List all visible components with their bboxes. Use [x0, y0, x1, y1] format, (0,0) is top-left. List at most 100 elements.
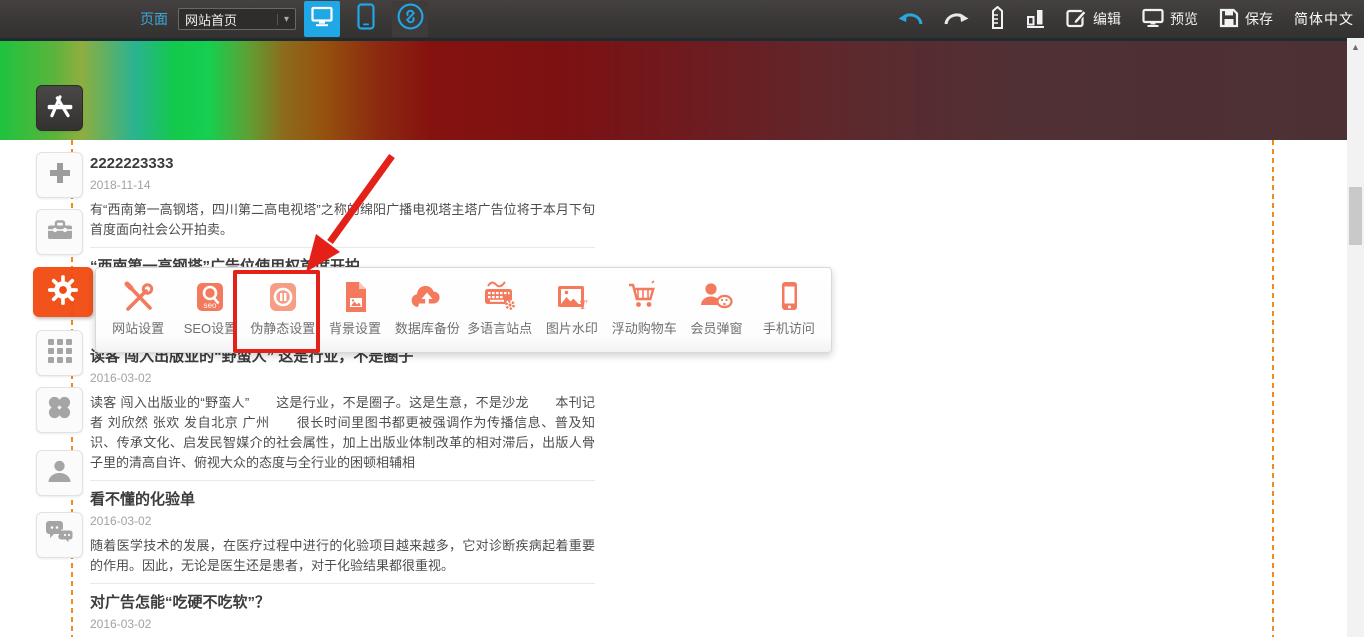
sidebar-item-chat[interactable] [36, 512, 83, 558]
svg-text:T: T [579, 297, 588, 312]
news-date: 2018-11-14 [90, 177, 595, 193]
news-item: 对广告怎能“吃硬不吃软”？ 2016-03-02 美国有个著名的广告人说过，广告… [90, 593, 595, 637]
news-title: 对广告怎能“吃硬不吃软”？ [90, 593, 595, 613]
preview-label: 预览 [1170, 9, 1198, 29]
popup-item-multilanguage[interactable]: 多语言站点 [463, 268, 535, 352]
settings-popup-menu: 网站设置 seo SEO设置 伪静态设置 [95, 267, 832, 353]
save-button[interactable]: 保存 [1219, 8, 1273, 31]
news-item: 看不懂的化验单 2016-03-02 随着医学技术的发展，在医疗过程中进行的化验… [90, 490, 595, 584]
popup-item-watermark[interactable]: T 图片水印 [536, 268, 608, 352]
save-floppy-icon [1219, 8, 1239, 31]
redo-arrow-icon [944, 9, 969, 29]
popup-item-seo-settings[interactable]: seo SEO设置 [174, 268, 246, 352]
popup-item-label: SEO设置 [184, 318, 237, 337]
share-link-icon [396, 2, 425, 36]
desktop-monitor-icon [311, 6, 333, 32]
shopping-cart-icon [624, 277, 664, 317]
popup-item-label: 网站设置 [112, 318, 164, 337]
grid-modules-icon [47, 338, 73, 369]
layout-guide-line-right [1272, 140, 1274, 637]
toolbox-icon [46, 217, 74, 248]
news-summary: 随着医学技术的发展，在医疗过程中进行的化验项目越来越多，它对诊断疾病起着重要的作… [90, 536, 595, 576]
popup-item-label: 多语言站点 [467, 318, 532, 337]
news-item: 2222223333 2018-11-14 有“西南第一高钢塔，四川第二高电视塔… [90, 154, 595, 248]
chat-bubbles-icon [44, 520, 75, 550]
sidebar-item-widgets[interactable] [36, 387, 83, 433]
page-label: 页面 [140, 9, 168, 29]
preview-monitor-icon [1142, 8, 1164, 31]
svg-text:seo: seo [204, 301, 217, 310]
ruler-button[interactable] [990, 6, 1005, 32]
save-label: 保存 [1245, 9, 1273, 29]
image-watermark-icon: T [552, 277, 592, 317]
news-list: 2222223333 2018-11-14 有“西南第一高钢塔，四川第二高电视塔… [90, 148, 595, 637]
seo-magnifier-icon: seo [191, 277, 229, 317]
popup-item-floating-cart[interactable]: 浮动购物车 [608, 268, 680, 352]
language-switcher[interactable]: 简体中文 [1294, 9, 1354, 29]
undo-button[interactable] [898, 9, 923, 29]
user-icon [46, 458, 73, 489]
edit-pencil-icon [1066, 7, 1087, 31]
page-select-value: 网站首页 [185, 10, 277, 29]
popup-item-member-popup[interactable]: 会员弹窗 [680, 268, 752, 352]
settings-gear-icon [47, 274, 79, 311]
app-store-icon [45, 91, 75, 126]
popup-item-background[interactable]: 背景设置 [319, 268, 391, 352]
website-builder-editor: 2222223333 2018-11-14 有“西南第一高钢塔，四川第二高电视塔… [0, 0, 1364, 637]
popup-item-database-backup[interactable]: 数据库备份 [391, 268, 463, 352]
sidebar-item-app-market[interactable] [36, 85, 83, 131]
news-title: 2222223333 [90, 154, 595, 174]
editor-toolbar: 页面 网站首页 ▾ [0, 0, 1364, 38]
sidebar-item-add-module[interactable] [36, 152, 83, 198]
chevron-down-icon: ▾ [277, 14, 289, 25]
divider [90, 583, 595, 584]
popup-item-label: 浮动购物车 [612, 318, 677, 337]
news-summary: 读客 闯入出版业的“野蛮人” 这是行业，不是圈子。这是生意，不是沙龙 本刊记者 … [90, 393, 595, 473]
pseudo-static-icon [264, 277, 302, 317]
preview-button[interactable]: 预览 [1142, 8, 1198, 31]
scrollbar-thumb[interactable] [1349, 187, 1362, 245]
mobile-view-button[interactable] [348, 1, 384, 37]
ruler-icon [990, 6, 1005, 32]
keyboard-language-icon [480, 277, 520, 317]
tools-icon [119, 277, 157, 317]
news-date: 2016-03-02 [90, 616, 595, 632]
page-select-dropdown[interactable]: 网站首页 ▾ [178, 8, 296, 30]
redo-button[interactable] [944, 9, 969, 29]
desktop-view-button[interactable] [304, 1, 340, 37]
popup-item-label: 伪静态设置 [250, 318, 315, 337]
sidebar-item-toolbox[interactable] [36, 209, 83, 255]
cloud-backup-icon [407, 277, 447, 317]
bar-chart-icon [1026, 7, 1045, 31]
popup-item-site-settings[interactable]: 网站设置 [102, 268, 174, 352]
scroll-up-arrow[interactable]: ▲ [1347, 42, 1364, 52]
news-summary: 有“西南第一高钢塔，四川第二高电视塔”之称的绵阳广播电视塔主塔广告位将于本月下旬… [90, 200, 595, 240]
edit-label: 编辑 [1093, 9, 1121, 29]
clover-widgets-icon [46, 394, 73, 426]
news-date: 2016-03-02 [90, 513, 595, 529]
edit-button[interactable]: 编辑 [1066, 7, 1121, 31]
vertical-scrollbar[interactable]: ▲ [1347, 38, 1364, 637]
add-plus-icon [47, 160, 73, 191]
popup-item-mobile-access[interactable]: 手机访问 [753, 268, 825, 352]
mobile-phone-icon [357, 3, 375, 35]
divider [90, 480, 595, 481]
member-palette-icon [697, 277, 737, 317]
popup-item-pseudo-static[interactable]: 伪静态设置 [247, 268, 319, 352]
news-title: 看不懂的化验单 [90, 490, 595, 510]
share-link-button[interactable] [392, 1, 428, 37]
popup-item-label: 数据库备份 [395, 318, 460, 337]
background-page-icon [336, 277, 374, 317]
news-item: 读客 闯入出版业的“野蛮人” 这是行业，不是圈子 2016-03-02 读客 闯… [90, 347, 595, 481]
popup-item-label: 会员弹窗 [691, 318, 743, 337]
divider [90, 247, 595, 248]
header-banner-image [0, 38, 1347, 140]
news-date: 2016-03-02 [90, 370, 595, 386]
sidebar-item-modules-grid[interactable] [36, 330, 83, 376]
sidebar-item-settings[interactable] [33, 267, 93, 317]
popup-item-label: 图片水印 [546, 318, 598, 337]
statistics-button[interactable] [1026, 7, 1045, 31]
undo-arrow-icon [898, 9, 923, 29]
sidebar-item-member[interactable] [36, 450, 83, 496]
popup-item-label: 背景设置 [329, 318, 381, 337]
